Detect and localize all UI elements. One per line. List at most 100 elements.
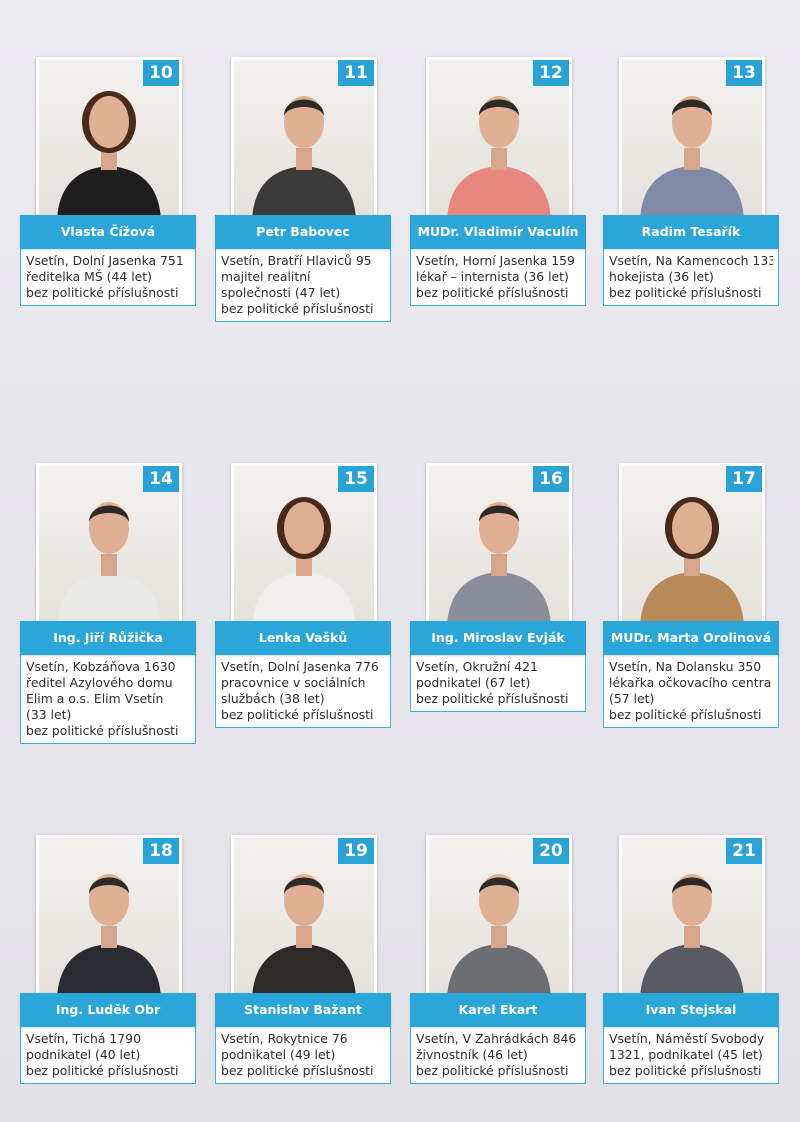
- candidate-number: 17: [726, 466, 762, 492]
- candidate-info: Vsetín, Bratří Hlaviců 95 majitel realitn…: [215, 249, 391, 322]
- candidate-info: Vsetín, Náměstí Svobody 1321, podnikatel …: [603, 1027, 779, 1084]
- candidate-card: 10 Vlasta Čížová Vsetín, Dolní Jasenka 751…: [20, 57, 196, 306]
- candidate-card: 11 Petr Babovec Vsetín, Bratří Hlaviců 95 m…: [215, 57, 391, 322]
- candidate-photo: 13: [619, 57, 765, 223]
- info-line: Vsetín, Dolní Jasenka 776: [221, 659, 379, 674]
- candidate-card: 17 MUDr. Marta Orolinová Vsetín, Na Dolans…: [603, 463, 779, 728]
- info-line: lékař – internista (36 let): [416, 269, 569, 284]
- candidate-card: 14 Ing. Jiří Růžička Vsetín, Kobzáňova 163…: [20, 463, 196, 744]
- candidate-name: Ing. Miroslav Evják: [410, 621, 586, 655]
- candidate-number: 15: [338, 466, 374, 492]
- candidate-card: 12 MUDr. Vladimír Vaculín Vsetín, Horní Ja…: [410, 57, 586, 306]
- candidate-name: Petr Babovec: [215, 215, 391, 249]
- info-line: Vsetín, Tichá 1790: [26, 1031, 141, 1046]
- candidate-card: 18 Ing. Luděk Obr Vsetín, Tichá 1790 podnik…: [20, 835, 196, 1084]
- candidate-number: 11: [338, 60, 374, 86]
- candidate-card: 21 Ivan Stejskal Vsetín, Náměstí Svobody 13…: [603, 835, 779, 1084]
- candidate-photo: 19: [231, 835, 377, 1001]
- info-line: Vsetín, V Zahrádkách 846: [416, 1031, 577, 1046]
- info-line: podnikatel (49 let): [221, 1047, 336, 1062]
- candidate-photo: 18: [36, 835, 182, 1001]
- info-line: bez politické příslušnosti: [609, 285, 762, 300]
- candidate-number: 16: [533, 466, 569, 492]
- info-line: Vsetín, Kobzáňova 1630: [26, 659, 176, 674]
- candidate-info: Vsetín, V Zahrádkách 846 živnostník (46 l…: [410, 1027, 586, 1084]
- candidate-card: 15 Lenka Vašků Vsetín, Dolní Jasenka 776 pr…: [215, 463, 391, 728]
- candidate-info: Vsetín, Tichá 1790 podnikatel (40 let) bez…: [20, 1027, 196, 1084]
- candidate-photo: 14: [36, 463, 182, 629]
- info-line: službách (38 let): [221, 691, 325, 706]
- info-line: ředitel Azylového domu: [26, 675, 173, 690]
- info-line: (33 let): [26, 707, 72, 722]
- info-line: Vsetín, Dolní Jasenka 751: [26, 253, 184, 268]
- candidate-info: Vsetín, Okružní 421 podnikatel (67 let) be…: [410, 655, 586, 712]
- candidate-name: Stanislav Bažant: [215, 993, 391, 1027]
- candidate-card: 20 Karel Ekart Vsetín, V Zahrádkách 846 živ…: [410, 835, 586, 1084]
- candidate-info: Vsetín, Dolní Jasenka 776 pracovnice v so…: [215, 655, 391, 728]
- candidate-number: 13: [726, 60, 762, 86]
- info-line: podnikatel (67 let): [416, 675, 531, 690]
- info-line: (57 let): [609, 691, 655, 706]
- candidate-number: 18: [143, 838, 179, 864]
- candidate-name: Karel Ekart: [410, 993, 586, 1027]
- info-line: bez politické příslušnosti: [221, 1063, 374, 1078]
- candidate-info: Vsetín, Horní Jasenka 159 lékař – interni…: [410, 249, 586, 306]
- info-line: bez politické příslušnosti: [416, 285, 569, 300]
- candidate-name: MUDr. Marta Orolinová: [603, 621, 779, 655]
- candidate-number: 21: [726, 838, 762, 864]
- candidate-name: Radim Tesařík: [603, 215, 779, 249]
- candidate-card: 19 Stanislav Bažant Vsetín, Rokytnice 76 po…: [215, 835, 391, 1084]
- info-line: Vsetín, Rokytnice 76: [221, 1031, 348, 1046]
- info-line: Vsetín, Bratří Hlaviců 95: [221, 253, 372, 268]
- info-line: majitel realitní: [221, 269, 311, 284]
- candidate-number: 19: [338, 838, 374, 864]
- candidate-photo: 21: [619, 835, 765, 1001]
- info-line: bez politické příslušnosti: [221, 707, 374, 722]
- candidate-info: Vsetín, Na Dolansku 350 lékařka očkovacíh…: [603, 655, 779, 728]
- candidate-photo: 11: [231, 57, 377, 223]
- candidate-info: Vsetín, Na Kamencoch 1332 hokejista (36 l…: [603, 249, 779, 306]
- candidate-name: Vlasta Čížová: [20, 215, 196, 249]
- candidate-card: 13 Radim Tesařík Vsetín, Na Kamencoch 1332…: [603, 57, 779, 306]
- info-line: bez politické příslušnosti: [26, 285, 179, 300]
- info-line: bez politické příslušnosti: [26, 723, 179, 738]
- candidate-photo: 17: [619, 463, 765, 629]
- candidate-info: Vsetín, Dolní Jasenka 751 ředitelka MŠ (4…: [20, 249, 196, 306]
- info-line: bez politické příslušnosti: [26, 1063, 179, 1078]
- candidate-name: MUDr. Vladimír Vaculín: [410, 215, 586, 249]
- candidate-photo: 15: [231, 463, 377, 629]
- info-line: bez politické příslušnosti: [416, 1063, 569, 1078]
- info-line: Vsetín, Na Kamencoch 1332: [609, 253, 773, 268]
- candidate-photo: 12: [426, 57, 572, 223]
- candidate-info: Vsetín, Kobzáňova 1630 ředitel Azylového …: [20, 655, 196, 744]
- candidate-number: 14: [143, 466, 179, 492]
- info-line: bez politické příslušnosti: [416, 691, 569, 706]
- candidate-number: 12: [533, 60, 569, 86]
- info-line: 1321, podnikatel (45 let): [609, 1047, 763, 1062]
- info-line: Vsetín, Na Dolansku 350: [609, 659, 762, 674]
- candidate-card: 16 Ing. Miroslav Evják Vsetín, Okružní 421…: [410, 463, 586, 712]
- info-line: bez politické příslušnosti: [221, 301, 374, 316]
- info-line: lékařka očkovacího centra: [609, 675, 772, 690]
- candidate-name: Ivan Stejskal: [603, 993, 779, 1027]
- candidate-photo: 10: [36, 57, 182, 223]
- info-line: Vsetín, Okružní 421: [416, 659, 538, 674]
- info-line: podnikatel (40 let): [26, 1047, 141, 1062]
- info-line: bez politické příslušnosti: [609, 707, 762, 722]
- info-line: Elim a o.s. Elim Vsetín: [26, 691, 164, 706]
- info-line: bez politické příslušnosti: [609, 1063, 762, 1078]
- info-line: společnosti (47 let): [221, 285, 341, 300]
- info-line: živnostník (46 let): [416, 1047, 528, 1062]
- candidate-name: Lenka Vašků: [215, 621, 391, 655]
- info-line: Vsetín, Náměstí Svobody: [609, 1031, 765, 1046]
- candidate-name: Ing. Jiří Růžička: [20, 621, 196, 655]
- info-line: hokejista (36 let): [609, 269, 714, 284]
- candidate-photo: 20: [426, 835, 572, 1001]
- candidate-info: Vsetín, Rokytnice 76 podnikatel (49 let) b…: [215, 1027, 391, 1084]
- info-line: Vsetín, Horní Jasenka 159: [416, 253, 575, 268]
- candidate-number: 10: [143, 60, 179, 86]
- candidate-name: Ing. Luděk Obr: [20, 993, 196, 1027]
- candidate-number: 20: [533, 838, 569, 864]
- candidate-photo: 16: [426, 463, 572, 629]
- info-line: ředitelka MŠ (44 let): [26, 269, 152, 284]
